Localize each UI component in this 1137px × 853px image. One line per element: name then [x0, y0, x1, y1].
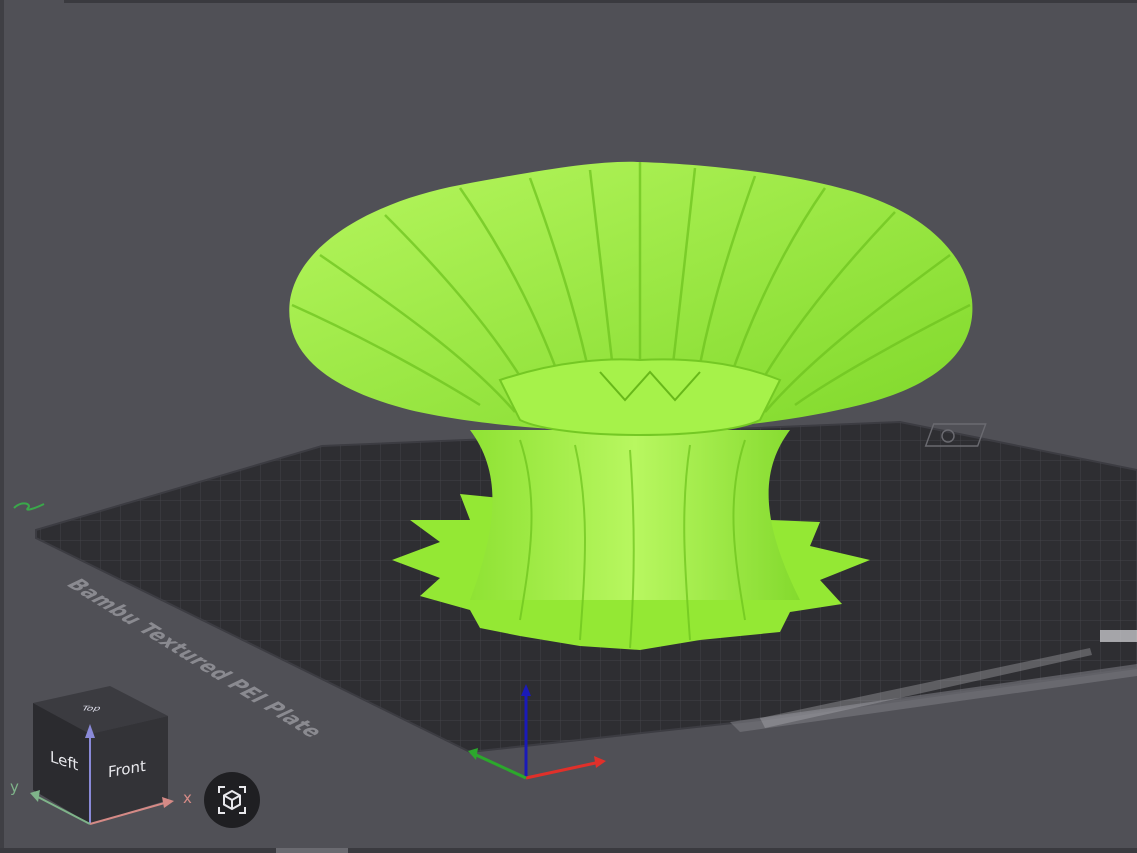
coordinate-marker [13, 502, 45, 511]
scene-canvas [13, 161, 1137, 825]
view-cube-reset-icon [218, 786, 246, 814]
axis-y-label: y [10, 778, 19, 796]
3d-viewport[interactable]: Bambu Textured PEI Plate Front Left Top … [0, 0, 1137, 853]
view-reset-button[interactable] [204, 772, 260, 828]
view-cube-top-face[interactable]: Top [80, 705, 103, 713]
axis-x-label: x [183, 789, 192, 807]
